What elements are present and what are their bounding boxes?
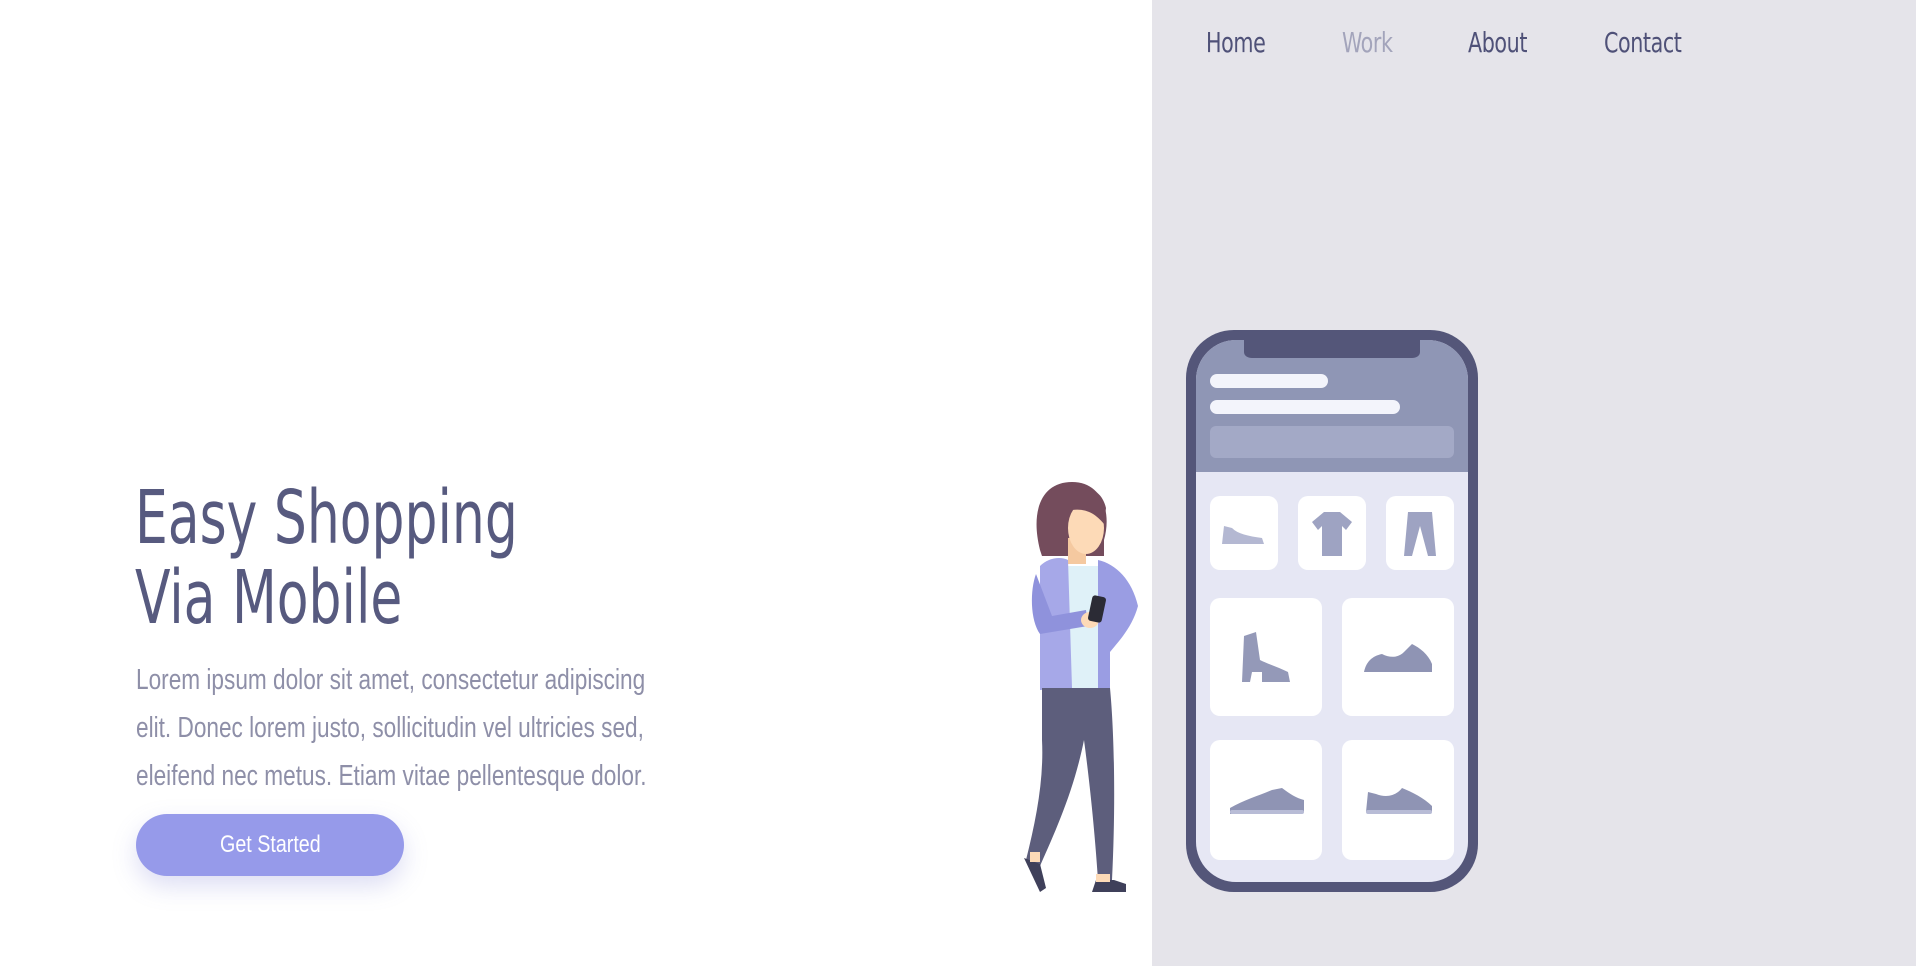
hero-illustration <box>1024 330 1478 892</box>
woman-with-phone-illustration <box>1024 482 1138 892</box>
phone-shop-illustration <box>1186 330 1478 892</box>
